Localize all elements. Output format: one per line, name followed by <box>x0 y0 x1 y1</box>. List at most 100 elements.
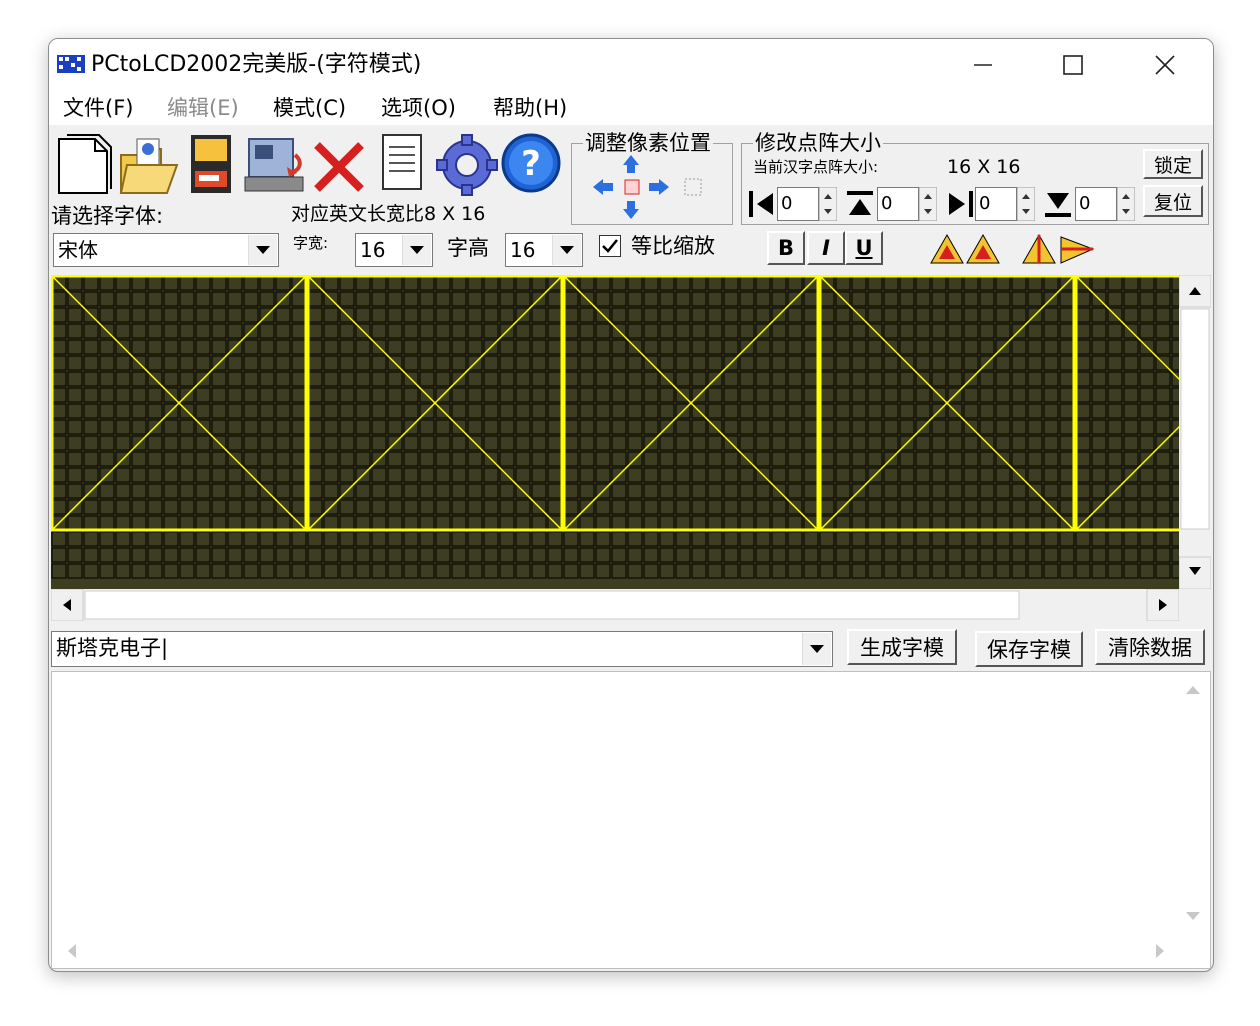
pixel-cell[interactable] <box>659 435 675 451</box>
pixel-cell[interactable] <box>467 307 483 323</box>
pixel-cell[interactable] <box>435 451 451 467</box>
pixel-cell[interactable] <box>243 307 259 323</box>
pixel-cell[interactable] <box>803 499 819 515</box>
pixel-cell[interactable] <box>835 451 851 467</box>
pixel-cell[interactable] <box>99 435 115 451</box>
pixel-cell[interactable] <box>851 563 867 579</box>
pixel-cell[interactable] <box>691 307 707 323</box>
pixel-cell[interactable] <box>899 547 915 563</box>
pixel-cell[interactable] <box>531 339 547 355</box>
pixel-cell[interactable] <box>131 371 147 387</box>
pixel-cell[interactable] <box>83 291 99 307</box>
pixel-cell[interactable] <box>323 467 339 483</box>
pixel-cell[interactable] <box>275 307 291 323</box>
pixel-cell[interactable] <box>419 339 435 355</box>
pixel-cell[interactable] <box>51 323 67 339</box>
pixel-cell[interactable] <box>883 323 899 339</box>
pixel-cell[interactable] <box>899 387 915 403</box>
pixel-cell[interactable] <box>1107 515 1123 531</box>
pixel-cell[interactable] <box>1107 531 1123 547</box>
pixel-cell[interactable] <box>419 483 435 499</box>
pixel-cell[interactable] <box>163 483 179 499</box>
pixel-cell[interactable] <box>659 387 675 403</box>
pixel-cell[interactable] <box>163 467 179 483</box>
pixel-cell[interactable] <box>499 387 515 403</box>
pixel-cell[interactable] <box>403 291 419 307</box>
pixel-cell[interactable] <box>515 531 531 547</box>
pixel-cell[interactable] <box>963 403 979 419</box>
pixel-cell[interactable] <box>659 339 675 355</box>
pixel-cell[interactable] <box>243 371 259 387</box>
pixel-cell[interactable] <box>915 387 931 403</box>
notepad-button[interactable] <box>375 131 435 197</box>
pixel-cell[interactable] <box>83 531 99 547</box>
pixel-cell[interactable] <box>739 483 755 499</box>
pixel-cell[interactable] <box>147 531 163 547</box>
pixel-cell[interactable] <box>755 339 771 355</box>
pixel-cell[interactable] <box>243 387 259 403</box>
pixel-cell[interactable] <box>51 499 67 515</box>
pixel-cell[interactable] <box>915 499 931 515</box>
pixel-cell[interactable] <box>99 371 115 387</box>
pixel-cell[interactable] <box>867 515 883 531</box>
pixel-cell[interactable] <box>1139 515 1155 531</box>
pixel-cell[interactable] <box>307 307 323 323</box>
pixel-cell[interactable] <box>307 563 323 579</box>
char-width-combo[interactable]: 16 <box>355 233 433 267</box>
pixel-cell[interactable] <box>1075 563 1091 579</box>
pixel-cell[interactable] <box>947 435 963 451</box>
pixel-cell[interactable] <box>83 339 99 355</box>
pixel-cell[interactable] <box>931 563 947 579</box>
menu-help[interactable]: 帮助(H) <box>493 95 567 121</box>
pixel-cell[interactable] <box>387 451 403 467</box>
pixel-cell[interactable] <box>1043 419 1059 435</box>
pixel-cell[interactable] <box>627 531 643 547</box>
menu-file[interactable]: 文件(F) <box>63 95 133 121</box>
pixel-cell[interactable] <box>1059 547 1075 563</box>
pixel-cell[interactable] <box>787 451 803 467</box>
pixel-cell[interactable] <box>803 355 819 371</box>
pixel-cell[interactable] <box>739 275 755 291</box>
pixel-cell[interactable] <box>787 355 803 371</box>
pixel-cell[interactable] <box>1107 371 1123 387</box>
pixel-cell[interactable] <box>707 499 723 515</box>
pixel-cell[interactable] <box>931 531 947 547</box>
pixel-cell[interactable] <box>995 563 1011 579</box>
pixel-cell[interactable] <box>883 275 899 291</box>
pixel-cell[interactable] <box>179 323 195 339</box>
pixel-cell[interactable] <box>1011 403 1027 419</box>
pixel-cell[interactable] <box>419 467 435 483</box>
pixel-cell[interactable] <box>115 387 131 403</box>
pixel-cell[interactable] <box>595 435 611 451</box>
pixel-cell[interactable] <box>51 419 67 435</box>
pixel-cell[interactable] <box>1027 547 1043 563</box>
pixel-cell[interactable] <box>1027 339 1043 355</box>
close-button[interactable] <box>1119 39 1211 91</box>
pixel-cell[interactable] <box>883 371 899 387</box>
pixel-cell[interactable] <box>707 355 723 371</box>
pixel-cell[interactable] <box>195 451 211 467</box>
pixel-cell[interactable] <box>323 275 339 291</box>
pixel-cell[interactable] <box>579 339 595 355</box>
pixel-cell[interactable] <box>819 339 835 355</box>
pixel-cell[interactable] <box>547 451 563 467</box>
pixel-cell[interactable] <box>531 451 547 467</box>
pixel-cell[interactable] <box>771 339 787 355</box>
font-name-combo[interactable]: 宋体 <box>53 233 279 267</box>
pixel-cell[interactable] <box>1059 387 1075 403</box>
pixel-cell[interactable] <box>1043 563 1059 579</box>
pixel-cell[interactable] <box>723 419 739 435</box>
pixel-cell[interactable] <box>659 307 675 323</box>
pixel-cell[interactable] <box>963 483 979 499</box>
pixel-cell[interactable] <box>963 451 979 467</box>
pixel-cell[interactable] <box>643 467 659 483</box>
pixel-cell[interactable] <box>211 339 227 355</box>
pixel-cell[interactable] <box>611 339 627 355</box>
pixel-cell[interactable] <box>1155 403 1171 419</box>
pixel-cell[interactable] <box>499 371 515 387</box>
pixel-cell[interactable] <box>979 275 995 291</box>
pixel-cell[interactable] <box>1043 355 1059 371</box>
pixel-cell[interactable] <box>611 355 627 371</box>
pixel-cell[interactable] <box>339 531 355 547</box>
pixel-cell[interactable] <box>387 531 403 547</box>
